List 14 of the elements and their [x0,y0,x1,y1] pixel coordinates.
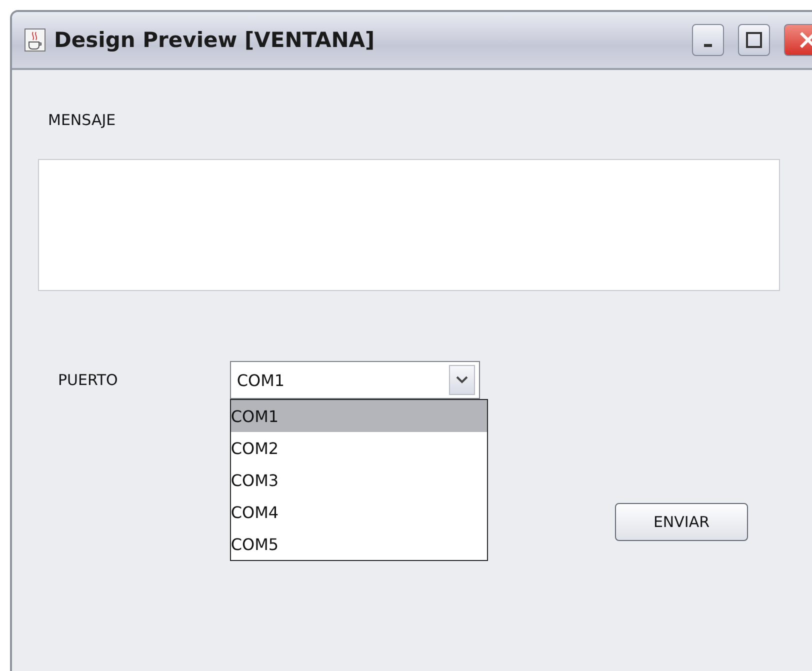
combo-value: COM1 [236,370,286,390]
dropdown-button[interactable] [448,365,475,395]
send-button[interactable]: ENVIAR [615,503,748,541]
window-title: Design Preview [VENTANA] [54,28,376,52]
dropdown-option[interactable]: COM1 [230,400,487,432]
coffee-cup-icon [24,28,46,52]
maximize-button[interactable] [738,24,770,56]
port-label: PUERTO [58,371,118,389]
maximize-icon [746,32,762,48]
minimize-icon [704,44,712,46]
minimize-button[interactable] [692,24,724,56]
close-icon [799,31,812,49]
chevron-down-icon [456,376,468,384]
message-label: MENSAJE [48,111,116,129]
